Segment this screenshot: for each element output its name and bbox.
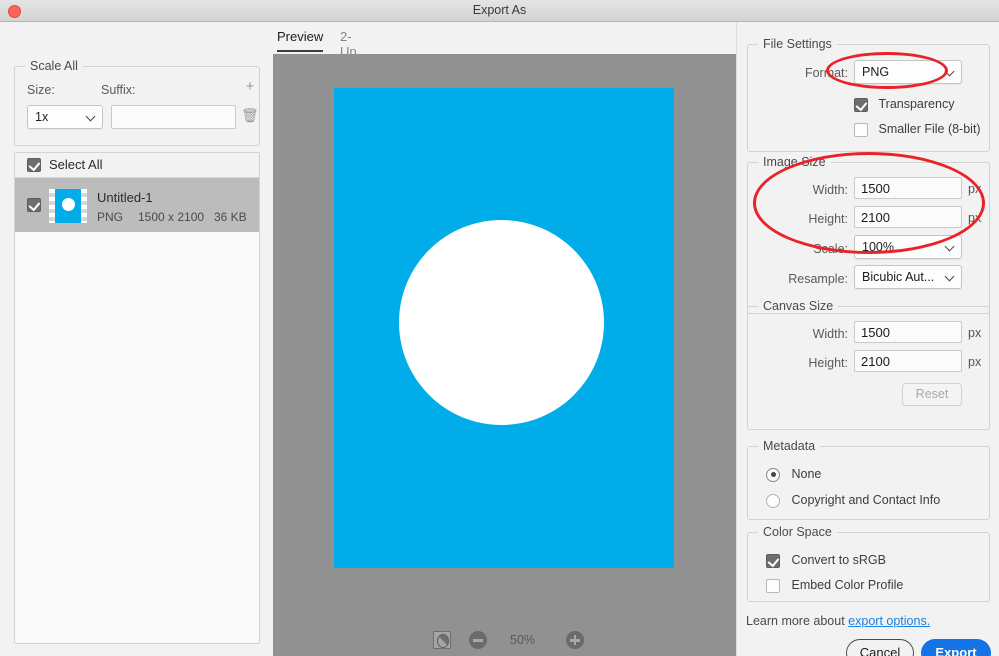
color-space-group: Color Space Convert to sRGB Embed Color … [747, 532, 990, 602]
convert-srgb-checkbox[interactable] [766, 554, 780, 568]
dialog-body: Scale All Size: Suffix: 1x + 🗑 Select Al… [0, 22, 999, 656]
image-width-label: Width: [758, 183, 848, 197]
asset-checkbox[interactable] [27, 198, 41, 212]
format-select-value: PNG [862, 65, 889, 79]
metadata-option-copyright[interactable]: Copyright and Contact Info [766, 493, 940, 508]
asset-format: PNG [97, 210, 123, 224]
file-settings-group: File Settings Format: PNG Transparency S… [747, 44, 990, 152]
metadata-copyright-label: Copyright and Contact Info [791, 493, 940, 507]
cancel-button[interactable]: Cancel [846, 639, 914, 656]
asset-name: Untitled-1 [97, 190, 153, 205]
window-titlebar: Export As [0, 0, 999, 22]
size-select-wrapper: 1x [27, 105, 103, 129]
zoom-level-label: 50% [510, 633, 535, 647]
trash-icon[interactable]: 🗑 [241, 108, 257, 122]
suffix-label: Suffix: [101, 83, 136, 97]
tab-preview-label: Preview [277, 29, 323, 44]
metadata-option-none[interactable]: None [766, 467, 821, 482]
scale-label: Scale: [758, 242, 848, 256]
learn-more-label: Learn more about [746, 614, 845, 628]
transparency-row[interactable]: Transparency [854, 97, 954, 112]
image-width-input[interactable] [854, 177, 962, 199]
image-height-unit: px [968, 211, 981, 225]
select-all-row[interactable]: Select All [15, 153, 259, 178]
thumbnail-artwork [55, 189, 81, 223]
thumbnail-circle-shape [62, 198, 75, 211]
smaller-file-label: Smaller File (8-bit) [878, 122, 980, 136]
add-scale-icon[interactable]: + [243, 79, 257, 94]
transparency-label: Transparency [878, 97, 954, 111]
image-width-unit: px [968, 182, 981, 196]
transparency-toggle-icon[interactable] [433, 631, 451, 649]
scale-all-group: Scale All Size: Suffix: 1x + 🗑 [14, 66, 260, 146]
canvas-height-unit: px [968, 355, 981, 369]
zoom-toolbar: 50% [273, 624, 736, 656]
zoom-in-button[interactable] [566, 631, 584, 649]
canvas-width-label: Width: [758, 327, 848, 341]
size-select[interactable]: 1x [27, 105, 103, 129]
window-title: Export As [0, 3, 999, 17]
resample-select-value: Bicubic Aut... [862, 270, 934, 284]
list-item[interactable]: Untitled-1 PNG 1500 x 2100 36 KB [15, 178, 259, 232]
canvas-size-legend: Canvas Size [758, 299, 838, 313]
metadata-none-label: None [791, 467, 821, 481]
export-button[interactable]: Export [921, 639, 991, 656]
image-size-group: Image Size Width: px Height: px Scale: 1… [747, 162, 990, 314]
learn-more-text: Learn more about export options. [746, 614, 930, 628]
artboard-circle-shape [399, 220, 604, 425]
radio-copyright[interactable] [766, 494, 780, 508]
asset-dimensions: 1500 x 2100 [138, 210, 204, 224]
left-panel: Scale All Size: Suffix: 1x + 🗑 Select Al… [0, 22, 270, 656]
size-label: Size: [27, 83, 55, 97]
radio-none[interactable] [766, 468, 780, 482]
resample-select-wrapper: Bicubic Aut... [854, 265, 962, 289]
export-options-link[interactable]: export options. [848, 614, 930, 628]
resample-select[interactable]: Bicubic Aut... [854, 265, 962, 289]
canvas-size-group: Canvas Size Width: px Height: px Reset [747, 306, 990, 430]
embed-profile-row[interactable]: Embed Color Profile [766, 578, 903, 593]
metadata-group: Metadata None Copyright and Contact Info [747, 446, 990, 520]
convert-srgb-row[interactable]: Convert to sRGB [766, 553, 886, 568]
asset-thumbnail [49, 189, 87, 223]
select-all-label: Select All [49, 157, 102, 172]
transparency-checkbox[interactable] [854, 98, 868, 112]
color-space-legend: Color Space [758, 525, 837, 539]
metadata-legend: Metadata [758, 439, 820, 453]
image-size-legend: Image Size [758, 155, 831, 169]
convert-srgb-label: Convert to sRGB [791, 553, 885, 567]
preview-canvas[interactable] [273, 54, 736, 624]
reset-button[interactable]: Reset [902, 383, 962, 406]
embed-profile-label: Embed Color Profile [791, 578, 903, 592]
smaller-file-checkbox[interactable] [854, 123, 868, 137]
embed-profile-checkbox[interactable] [766, 579, 780, 593]
canvas-width-unit: px [968, 326, 981, 340]
settings-panel: File Settings Format: PNG Transparency S… [736, 22, 999, 656]
format-select-wrapper: PNG [854, 60, 962, 84]
canvas-width-input[interactable] [854, 321, 962, 343]
file-settings-legend: File Settings [758, 37, 837, 51]
tab-preview[interactable]: Preview [277, 29, 323, 52]
artboard-preview [334, 88, 674, 568]
resample-label: Resample: [748, 272, 848, 286]
size-select-value: 1x [35, 110, 48, 124]
smaller-file-row[interactable]: Smaller File (8-bit) [854, 122, 981, 137]
scale-all-legend: Scale All [25, 59, 83, 73]
canvas-height-label: Height: [758, 356, 848, 370]
export-as-dialog: Export As Scale All Size: Suffix: 1x + 🗑 [0, 0, 999, 656]
image-height-input[interactable] [854, 206, 962, 228]
format-select[interactable]: PNG [854, 60, 962, 84]
canvas-height-input[interactable] [854, 350, 962, 372]
scale-select[interactable]: 100% [854, 235, 962, 259]
assets-list-box: Select All Untitled-1 PNG 1500 x 2100 36… [14, 152, 260, 644]
select-all-checkbox[interactable] [27, 158, 41, 172]
zoom-out-button[interactable] [469, 631, 487, 649]
suffix-input[interactable] [111, 105, 236, 129]
format-label: Format: [758, 66, 848, 80]
image-height-label: Height: [758, 212, 848, 226]
scale-select-value: 100% [862, 240, 894, 254]
asset-filesize: 36 KB [214, 210, 247, 224]
scale-select-wrapper: 100% [854, 235, 962, 259]
preview-panel: Preview 2-Up 50% [270, 22, 736, 656]
